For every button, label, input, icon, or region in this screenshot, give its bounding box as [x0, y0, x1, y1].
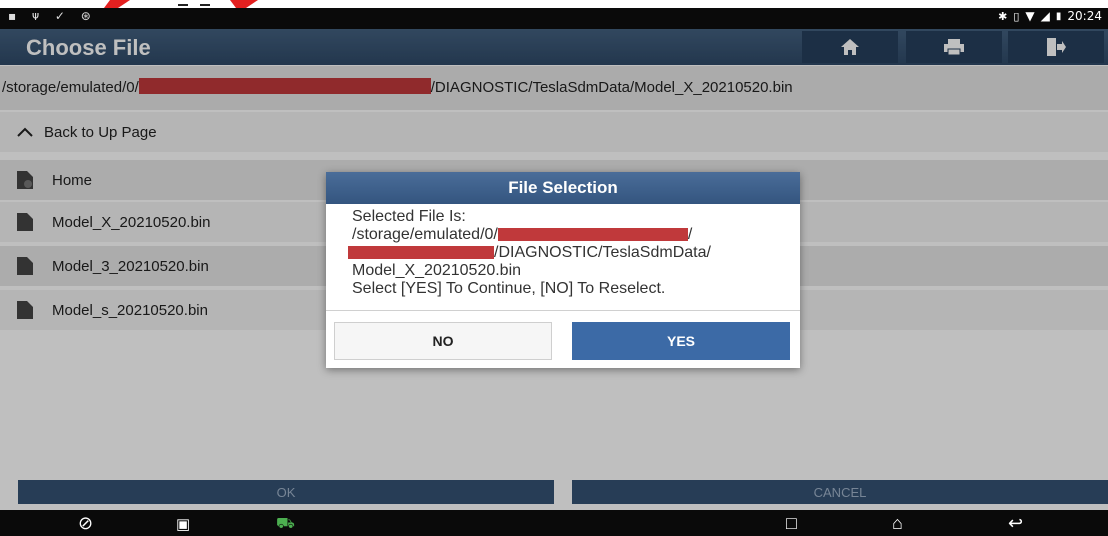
dialog-title: File Selection — [326, 172, 800, 204]
android-nav-bar: ⊘ ▣ ⛟ □ ⌂ ↩ — [0, 510, 1108, 536]
dialog-line: /storage/emulated/0// — [352, 226, 693, 243]
dialog-line: /DIAGNOSTIC/TeslaSdmData/ — [348, 244, 792, 262]
signal-icon: ◢ — [1040, 9, 1050, 23]
bluetooth-icon: ✱ — [998, 9, 1008, 23]
dialog-line: Select [YES] To Continue, [NO] To Resele… — [352, 280, 666, 297]
clock: 20:24 — [1067, 9, 1102, 23]
vibrate-icon: ▯ — [1013, 9, 1020, 23]
browser-icon[interactable]: ⊘ — [78, 513, 93, 534]
recents-icon[interactable]: □ — [786, 513, 797, 534]
status-right-icons: ✱ ▯ ▼ ◢ ▮ 20:24 — [998, 9, 1102, 23]
redaction-bar — [348, 246, 494, 259]
wifi-icon: ▼ — [1025, 9, 1035, 23]
battery-icon: ▮ — [1055, 10, 1062, 22]
check-icon: ✓ — [54, 9, 71, 23]
vci-icon[interactable]: ⛟ — [276, 515, 295, 534]
dialog-line: Model_X_20210520.bin — [352, 262, 522, 279]
redaction-bar — [497, 228, 688, 241]
status-left-icons: ▪ ᴪ ✓ ⊛ — [8, 9, 97, 23]
back-icon[interactable]: ↩ — [1008, 513, 1023, 534]
dialog-line: Selected File Is: — [352, 208, 466, 225]
yes-button[interactable]: YES — [572, 322, 790, 360]
dialog-message: Selected File Is: /storage/emulated/0// … — [348, 208, 792, 298]
dialog-divider — [326, 310, 800, 311]
gallery-icon: ▪ — [8, 9, 23, 23]
gallery-icon[interactable]: ▣ — [176, 515, 190, 533]
no-button[interactable]: NO — [334, 322, 552, 360]
top-watermark — [0, 0, 1108, 8]
file-selection-dialog: File Selection Selected File Is: /storag… — [326, 172, 800, 368]
usb-icon: ᴪ — [31, 9, 46, 23]
home-nav-icon[interactable]: ⌂ — [892, 513, 903, 534]
debug-icon: ⊛ — [80, 9, 97, 23]
